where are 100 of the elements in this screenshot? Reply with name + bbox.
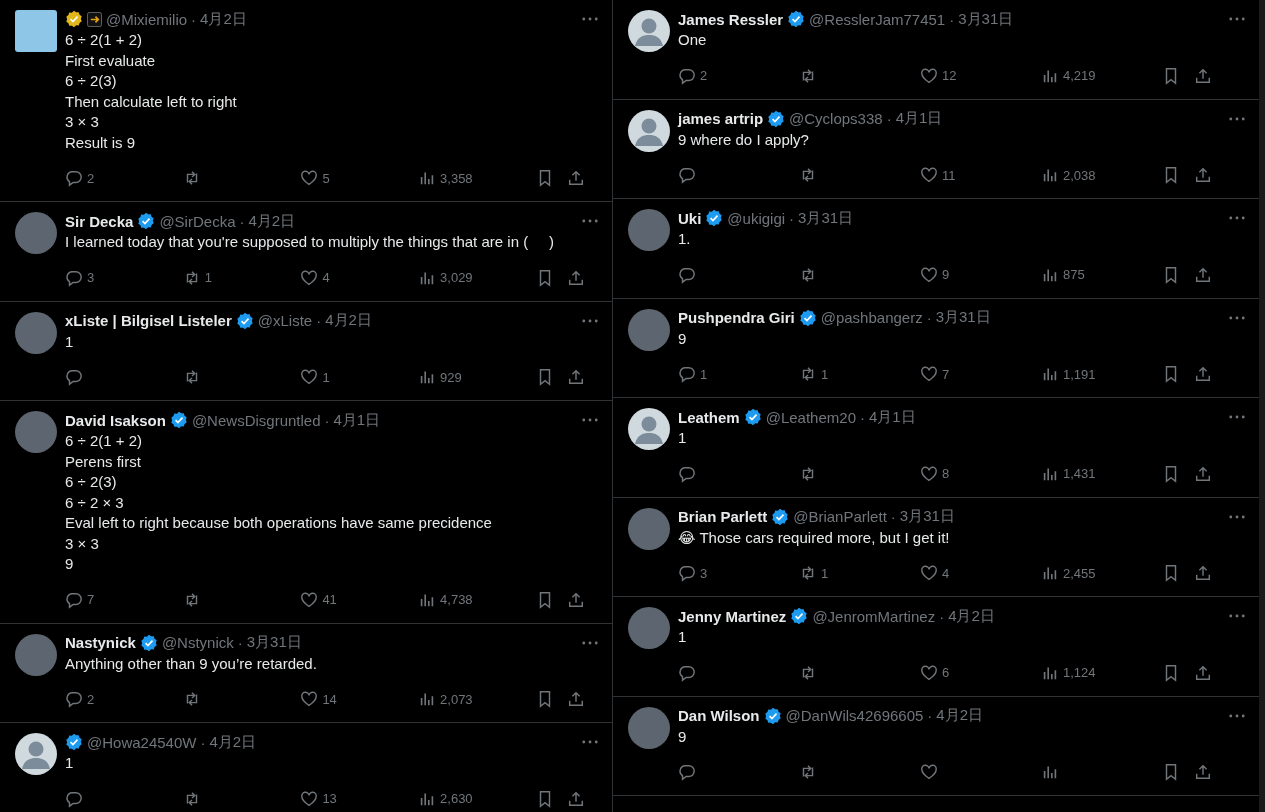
user-name[interactable]: James Ressler (678, 10, 784, 28)
default-avatar[interactable] (15, 733, 57, 775)
more-icon[interactable] (582, 219, 598, 223)
share-icon[interactable] (566, 789, 585, 808)
heart-icon[interactable] (300, 368, 319, 386)
more-icon[interactable] (582, 318, 598, 323)
share-icon[interactable] (1194, 166, 1212, 184)
post-date[interactable]: 4月2日 (209, 732, 257, 752)
user-handle[interactable]: @Mixiemilio (106, 10, 188, 28)
reply-icon[interactable] (678, 464, 696, 483)
more-icon[interactable] (1229, 17, 1245, 21)
reply-icon[interactable] (65, 169, 83, 187)
reply-icon[interactable] (65, 690, 83, 708)
more-icon[interactable] (582, 740, 598, 744)
heart-icon[interactable] (920, 166, 938, 184)
user-handle[interactable]: @BrianParlett (793, 508, 887, 525)
more-icon[interactable] (582, 17, 598, 21)
share-icon[interactable] (566, 690, 585, 708)
reply-icon[interactable] (678, 763, 696, 781)
heart-icon[interactable] (920, 66, 938, 85)
post-date[interactable]: 4月1日 (869, 407, 916, 427)
avatar-photo[interactable] (15, 311, 57, 354)
post-date[interactable]: 4月1日 (333, 410, 381, 430)
heart-icon[interactable] (920, 663, 938, 682)
share-icon[interactable] (1194, 663, 1212, 682)
user-handle[interactable]: @xListe (257, 312, 313, 329)
heart-icon[interactable] (300, 169, 319, 187)
share-icon[interactable] (1194, 564, 1212, 582)
avatar-photo[interactable] (15, 411, 57, 453)
more-icon[interactable] (582, 418, 598, 422)
heart-icon[interactable] (300, 690, 319, 708)
more-icon[interactable] (1229, 116, 1245, 121)
more-icon[interactable] (1229, 614, 1245, 618)
user-name[interactable]: james artrip (678, 110, 764, 127)
heart-icon[interactable] (920, 365, 938, 383)
post-date[interactable]: 4月2日 (325, 311, 372, 330)
user-handle[interactable]: @DanWils42696605 (785, 707, 924, 724)
user-name[interactable]: David Isakson (65, 411, 166, 429)
default-avatar[interactable] (628, 408, 670, 450)
avatar-photo[interactable] (15, 633, 57, 676)
user-handle[interactable]: @Nstynick (161, 634, 234, 651)
user-handle[interactable]: @SirDecka (159, 212, 236, 230)
reply-icon[interactable] (65, 789, 83, 808)
post-date[interactable]: 4月2日 (936, 706, 984, 725)
user-handle[interactable]: @ukigigi (727, 209, 786, 227)
reply-icon[interactable] (678, 564, 696, 582)
reply-icon[interactable] (678, 663, 696, 682)
user-name[interactable]: Jenny Martinez (678, 607, 787, 625)
user-name[interactable]: Brian Parlett (678, 508, 768, 525)
user-handle[interactable]: @NewsDisgruntled (191, 411, 321, 429)
post-date[interactable]: 3月31日 (798, 208, 854, 228)
avatar-photo[interactable] (628, 209, 670, 251)
share-icon[interactable] (1194, 265, 1212, 284)
more-icon[interactable] (1229, 315, 1245, 320)
user-name[interactable]: Pushpendra Giri (678, 309, 795, 326)
reply-icon[interactable] (678, 265, 696, 284)
reply-icon[interactable] (65, 268, 83, 287)
post-date[interactable]: 3月31日 (958, 9, 1014, 29)
post-date[interactable]: 4月1日 (895, 109, 943, 128)
heart-icon[interactable] (920, 564, 938, 582)
post-date[interactable]: 4月2日 (200, 9, 247, 29)
user-handle[interactable]: @ResslerJam77451 (809, 10, 946, 28)
user-handle[interactable]: @Cyclops338 (789, 110, 883, 127)
heart-icon[interactable] (920, 464, 938, 483)
reply-icon[interactable] (678, 365, 696, 383)
share-icon[interactable] (1194, 763, 1212, 781)
share-icon[interactable] (566, 590, 585, 609)
heart-icon[interactable] (920, 763, 938, 781)
heart-icon[interactable] (300, 590, 319, 609)
share-icon[interactable] (566, 169, 585, 187)
share-icon[interactable] (566, 368, 585, 386)
post-date[interactable]: 3月31日 (899, 507, 955, 526)
reply-icon[interactable] (65, 368, 83, 386)
user-handle[interactable]: @Leathem20 (765, 408, 856, 426)
user-name[interactable]: Nastynick (65, 634, 136, 651)
default-avatar[interactable] (628, 10, 670, 52)
share-icon[interactable] (566, 268, 585, 287)
post-date[interactable]: 4月2日 (948, 606, 995, 626)
more-icon[interactable] (1229, 713, 1245, 718)
heart-icon[interactable] (300, 268, 319, 287)
heart-icon[interactable] (920, 265, 938, 284)
share-icon[interactable] (1194, 66, 1212, 85)
more-icon[interactable] (1229, 415, 1245, 419)
reply-icon[interactable] (65, 590, 83, 609)
post-date[interactable]: 3月31日 (935, 308, 991, 327)
reply-icon[interactable] (678, 66, 696, 85)
avatar-photo[interactable] (15, 212, 57, 254)
user-handle[interactable]: @pashbangerz (820, 309, 923, 326)
user-name[interactable]: Leathem (678, 408, 740, 426)
more-icon[interactable] (1229, 216, 1245, 220)
default-avatar[interactable] (628, 109, 670, 152)
more-icon[interactable] (1229, 514, 1245, 519)
user-name[interactable]: Uki (678, 209, 702, 227)
user-handle[interactable]: @JenromMartinez (812, 607, 936, 625)
share-icon[interactable] (1194, 464, 1212, 483)
post-date[interactable]: 3月31日 (246, 633, 302, 652)
user-handle[interactable]: @Howa24540W (87, 733, 197, 751)
post-date[interactable]: 4月2日 (248, 211, 296, 231)
heart-icon[interactable] (300, 789, 319, 808)
avatar-photo[interactable] (628, 607, 670, 649)
